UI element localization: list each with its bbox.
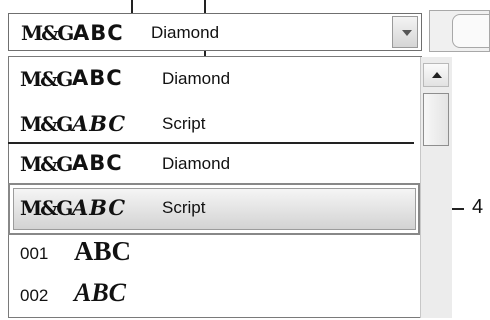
font-sample: ABC	[72, 66, 123, 90]
callout-label: 4	[472, 196, 484, 218]
list-separator	[8, 142, 414, 144]
scrollbar-thumb[interactable]	[423, 93, 449, 146]
combo-dropdown-button[interactable]	[392, 16, 418, 48]
font-sample: ABC	[72, 151, 123, 175]
background-button	[452, 14, 490, 48]
font-name: Script	[162, 114, 206, 133]
list-item-diamond[interactable]: M&G ABC Diamond	[8, 63, 420, 97]
font-number: 001	[20, 244, 49, 263]
font-sample: ABC	[73, 21, 124, 45]
font-sample: ABC	[72, 195, 127, 220]
combo-value: Diamond	[151, 23, 220, 42]
font-number: 002	[20, 286, 49, 305]
monogram-glyph: M&G	[20, 67, 73, 91]
chevron-down-icon	[402, 30, 412, 36]
monogram-glyph: M&G	[20, 196, 73, 220]
scroll-up-button[interactable]	[423, 63, 449, 87]
font-name: Diamond	[162, 69, 231, 88]
list-item-001[interactable]: 001 ABC	[8, 236, 420, 270]
font-name: Script	[162, 198, 206, 217]
font-sample: ABC	[72, 111, 127, 136]
monogram-glyph: M&G	[21, 21, 74, 45]
list-item-script-selected[interactable]: M&G ABC Script	[8, 192, 420, 226]
monogram-glyph: M&G	[20, 152, 73, 176]
arrow-up-icon	[432, 72, 442, 78]
list-item-002[interactable]: 002 ABC	[8, 278, 420, 312]
monogram-glyph: M&G	[20, 112, 73, 136]
font-combobox[interactable]: M&G ABC Diamond	[8, 13, 422, 51]
font-name: Diamond	[162, 154, 231, 173]
font-sample: ABC	[74, 236, 132, 266]
list-item-script[interactable]: M&G ABC Script	[8, 108, 420, 142]
font-sample: ABC	[74, 278, 127, 307]
list-item-diamond-recent[interactable]: M&G ABC Diamond	[8, 148, 420, 182]
